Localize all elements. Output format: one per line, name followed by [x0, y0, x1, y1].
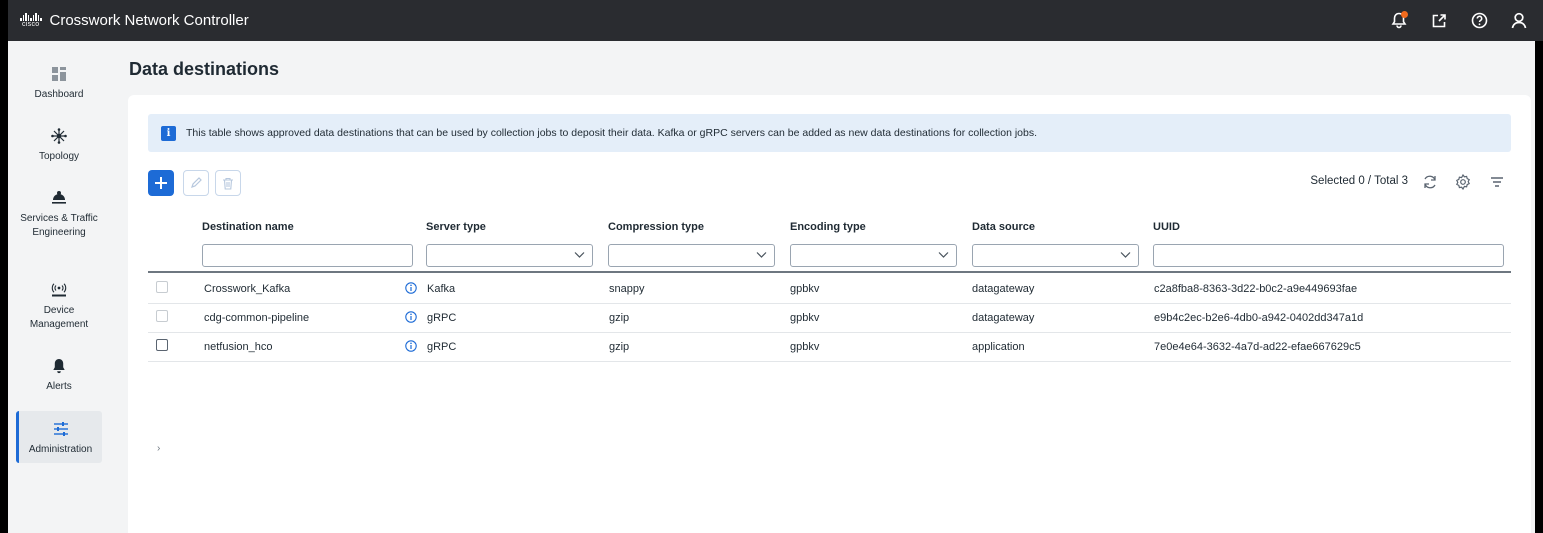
sidebar-item-administration[interactable]: Administration: [16, 411, 102, 463]
row-checkbox[interactable]: [156, 310, 168, 322]
data-source-filter-select[interactable]: [972, 244, 1139, 267]
banner-text: This table shows approved data destinati…: [186, 127, 1038, 139]
cell-data-source: datagateway: [972, 283, 1035, 295]
sidebar-item-label: Device Management: [29, 305, 89, 330]
bell-icon: [50, 357, 68, 375]
cell-server-type: Kafka: [427, 283, 456, 295]
user-icon[interactable]: [1509, 11, 1529, 31]
plus-icon: [155, 177, 167, 189]
cell-server-type: gRPC: [427, 341, 457, 353]
cell-server-type: gRPC: [427, 312, 457, 324]
cell-uuid: e9b4c2ec-b2e6-4db0-a942-0402dd347a1d: [1154, 312, 1364, 324]
info-icon[interactable]: [405, 282, 417, 294]
sidebar-item-label: Dashboard: [34, 89, 84, 100]
server-type-filter-select[interactable]: [426, 244, 593, 267]
column-header-compression-type[interactable]: Compression type: [608, 221, 704, 233]
info-icon[interactable]: [405, 340, 417, 352]
help-icon[interactable]: [1469, 11, 1489, 31]
table-row[interactable]: cdg-common-pipeline gRPC gzip gpbkv data…: [148, 303, 1511, 333]
cisco-logo: cisco: [20, 12, 42, 29]
cell-encoding-type: gpbkv: [790, 312, 820, 324]
column-header-destination-name[interactable]: Destination name: [202, 221, 294, 233]
cell-compression-type: snappy: [609, 283, 645, 295]
cell-uuid: 7e0e4e64-3632-4a7d-ad22-efae667629c5: [1154, 341, 1361, 353]
sidebar-item-alerts[interactable]: Alerts: [16, 357, 102, 394]
pencil-icon: [191, 177, 202, 188]
dashboard-icon: [50, 65, 68, 83]
notification-dot: [1401, 10, 1408, 18]
device-icon: [50, 281, 68, 299]
sidebar-item-label: Administration: [28, 444, 93, 455]
table-row[interactable]: netfusion_hco gRPC gzip gpbkv applicatio…: [148, 332, 1511, 362]
admin-icon: [52, 420, 70, 438]
sidebar-item-label: Topology: [38, 151, 80, 162]
add-button[interactable]: [148, 170, 174, 196]
info-icon: i: [161, 125, 176, 141]
chevron-down-icon: [1120, 252, 1131, 258]
compression-type-filter-select[interactable]: [608, 244, 775, 267]
table-row[interactable]: Crosswork_Kafka Kafka snappy gpbkv datag…: [148, 274, 1511, 304]
row-checkbox[interactable]: [156, 281, 168, 293]
app-title: Crosswork Network Controller: [49, 12, 249, 29]
expand-chevron-icon[interactable]: ›: [157, 443, 160, 454]
sidebar-item-label: Services & Traffic Engineering: [20, 213, 98, 238]
cisco-logo-text: cisco: [22, 20, 40, 28]
destination-name-filter-input[interactable]: [202, 244, 413, 267]
sidebar-item-dashboard[interactable]: Dashboard: [16, 65, 102, 102]
sidebar: Dashboard Topology Services & Traffic En…: [8, 41, 128, 533]
table-header-divider: [148, 271, 1511, 273]
info-icon[interactable]: [405, 311, 417, 323]
info-banner: i This table shows approved data destina…: [148, 114, 1511, 152]
refresh-icon[interactable]: [1420, 172, 1440, 192]
trash-icon: [223, 177, 233, 190]
selected-total: Selected 0 / Total 3: [1310, 175, 1408, 187]
sidebar-item-device-management[interactable]: Device Management: [16, 281, 102, 332]
cell-destination-name: Crosswork_Kafka: [204, 283, 291, 295]
column-header-encoding-type[interactable]: Encoding type: [790, 221, 866, 233]
chevron-down-icon: [574, 252, 585, 258]
page-title: Data destinations: [129, 59, 280, 79]
topology-icon: [50, 127, 68, 145]
cell-uuid: c2a8fba8-8363-3d22-b0c2-a9e449693fae: [1154, 283, 1358, 295]
column-header-uuid[interactable]: UUID: [1153, 221, 1180, 233]
external-link-icon[interactable]: [1429, 11, 1449, 31]
cell-encoding-type: gpbkv: [790, 341, 820, 353]
top-bar: cisco Crosswork Network Controller: [8, 0, 1543, 41]
edit-button[interactable]: [183, 170, 209, 196]
encoding-type-filter-select[interactable]: [790, 244, 957, 267]
chevron-down-icon: [938, 252, 949, 258]
cell-encoding-type: gpbkv: [790, 283, 820, 295]
row-checkbox[interactable]: [156, 339, 168, 351]
chevron-down-icon: [756, 252, 767, 258]
uuid-filter-input[interactable]: [1153, 244, 1504, 267]
bell-icon[interactable]: [1389, 10, 1409, 31]
sidebar-item-topology[interactable]: Topology: [16, 127, 102, 164]
settings-icon[interactable]: [1453, 172, 1473, 192]
sidebar-item-services[interactable]: Services & Traffic Engineering: [16, 189, 102, 240]
sidebar-item-label: Alerts: [46, 381, 72, 392]
services-icon: [50, 189, 68, 207]
cell-compression-type: gzip: [609, 341, 630, 353]
cell-data-source: datagateway: [972, 312, 1035, 324]
column-header-server-type[interactable]: Server type: [426, 221, 486, 233]
brand[interactable]: cisco Crosswork Network Controller: [20, 12, 249, 29]
delete-button[interactable]: [215, 170, 241, 196]
cell-data-source: application: [972, 341, 1025, 353]
filter-icon[interactable]: [1487, 172, 1507, 192]
cell-compression-type: gzip: [609, 312, 630, 324]
cell-destination-name: netfusion_hco: [204, 341, 273, 353]
column-header-data-source[interactable]: Data source: [972, 221, 1035, 233]
cell-destination-name: cdg-common-pipeline: [204, 312, 310, 324]
